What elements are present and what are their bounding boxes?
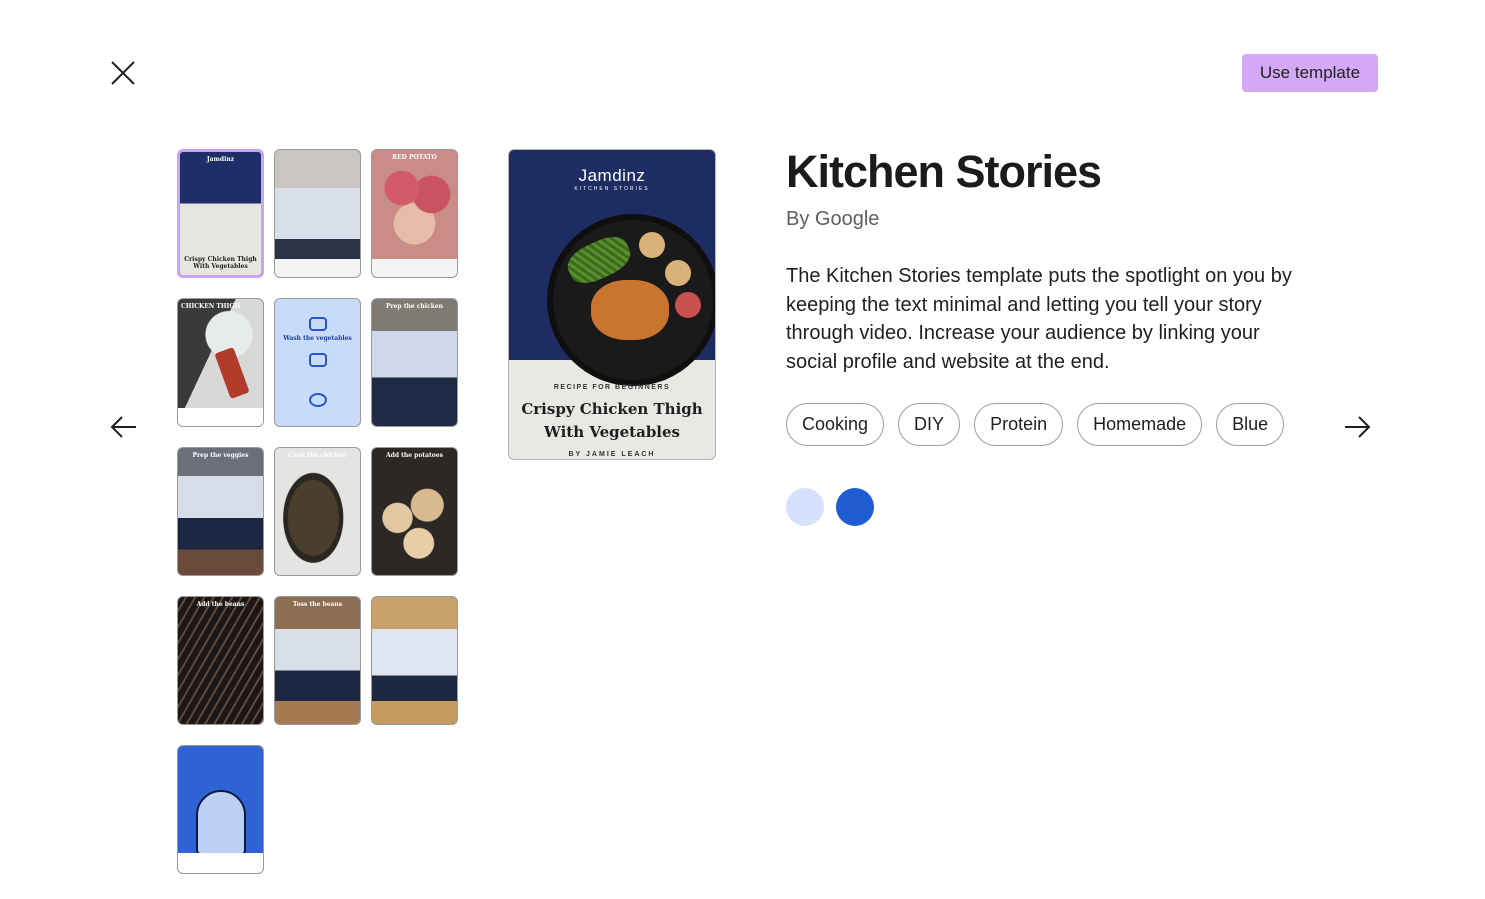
page-thumbnail-1[interactable]: Jamdinz Crispy Chicken Thigh With Vegeta… — [177, 149, 264, 278]
thumbnail-label: RED POTATO — [392, 154, 437, 161]
thumbnail-label: Toss the beans — [292, 601, 343, 608]
page-thumbnail-10[interactable]: Add the beans — [177, 596, 264, 725]
cover-title: Crispy Chicken Thigh With Vegetables — [521, 400, 703, 441]
template-byline: By Google — [786, 208, 880, 230]
potato-graphic — [639, 232, 665, 258]
page-thumbnail-grid: Jamdinz Crispy Chicken Thigh With Vegeta… — [177, 149, 459, 874]
page-thumbnail-8[interactable]: Cook the chicken — [274, 447, 361, 576]
page-thumbnail-11[interactable]: Toss the beans — [274, 596, 361, 725]
close-button[interactable] — [106, 56, 140, 90]
color-swatch-dark[interactable] — [836, 488, 874, 526]
page-thumbnail-3[interactable]: RED POTATO — [371, 149, 458, 278]
page-thumbnail-7[interactable]: Prep the veggies — [177, 447, 264, 576]
pan-icon — [309, 393, 327, 407]
cover-brand: Jamdinz — [578, 166, 646, 185]
skillet-icon — [309, 353, 327, 367]
cover-author: BY JAMIE LEACH — [568, 451, 656, 458]
thumbnail-label: Wash the vegetables — [283, 335, 352, 342]
illustration-person — [196, 790, 246, 856]
use-template-button[interactable]: Use template — [1242, 54, 1378, 92]
tag-chip[interactable]: Cooking — [786, 403, 885, 446]
previous-template-button[interactable] — [106, 410, 140, 444]
page-thumbnail-13[interactable] — [177, 745, 264, 874]
arrow-right-icon — [1345, 416, 1371, 438]
tag-chip[interactable]: Homemade — [1077, 403, 1203, 446]
cover-kicker: RECIPE FOR BEGINNERS — [553, 384, 671, 391]
arrow-left-icon — [110, 416, 136, 438]
tag-chip[interactable]: Protein — [974, 403, 1064, 446]
thumbnail-label: Prep the veggies — [192, 452, 249, 459]
chicken-graphic — [591, 280, 669, 340]
thumbnail-label: Jamdinz — [206, 156, 235, 163]
cover-subtitle: KITCHEN STORIES — [574, 186, 650, 192]
thumbnail-footer — [178, 408, 263, 426]
thumbnail-label: Cook the chicken — [288, 452, 347, 459]
next-template-button[interactable] — [1341, 410, 1375, 444]
bottle-graphic — [214, 347, 250, 399]
thumbnail-footer — [178, 853, 263, 873]
thumbnail-label: CHICKEN THIGH — [181, 303, 241, 310]
thumbnail-caption: Crispy Chicken Thigh With Vegetables — [184, 256, 257, 270]
cover-preview: Jamdinz KITCHEN STORIES RECIPE FOR BEGIN… — [508, 149, 716, 460]
wash-icon — [309, 317, 327, 331]
potato-graphic — [665, 260, 691, 286]
page-thumbnail-9[interactable]: Add the potatoes — [371, 447, 458, 576]
color-swatch-light[interactable] — [786, 488, 824, 526]
page-thumbnail-2[interactable] — [274, 149, 361, 278]
page-thumbnail-5[interactable]: Wash the vegetables — [274, 298, 361, 427]
page-thumbnail-4[interactable]: CHICKEN THIGH — [177, 298, 264, 427]
close-icon — [111, 61, 135, 85]
potato-graphic — [675, 292, 701, 318]
thumbnail-label: Prep the chicken — [385, 303, 444, 310]
tag-chip[interactable]: Blue — [1216, 403, 1285, 446]
template-title: Kitchen Stories — [786, 146, 1102, 197]
page-thumbnail-6[interactable]: Prep the chicken — [371, 298, 458, 427]
thumbnail-label: Add the potatoes — [386, 452, 443, 459]
tag-list: Cooking DIY Protein Homemade Blue — [786, 403, 1285, 446]
page-thumbnail-12[interactable] — [371, 596, 458, 725]
color-swatches — [786, 488, 874, 526]
template-description: The Kitchen Stories template puts the sp… — [786, 265, 1292, 373]
tag-chip[interactable]: DIY — [898, 403, 961, 446]
thumbnail-label: Add the beans — [196, 601, 245, 608]
